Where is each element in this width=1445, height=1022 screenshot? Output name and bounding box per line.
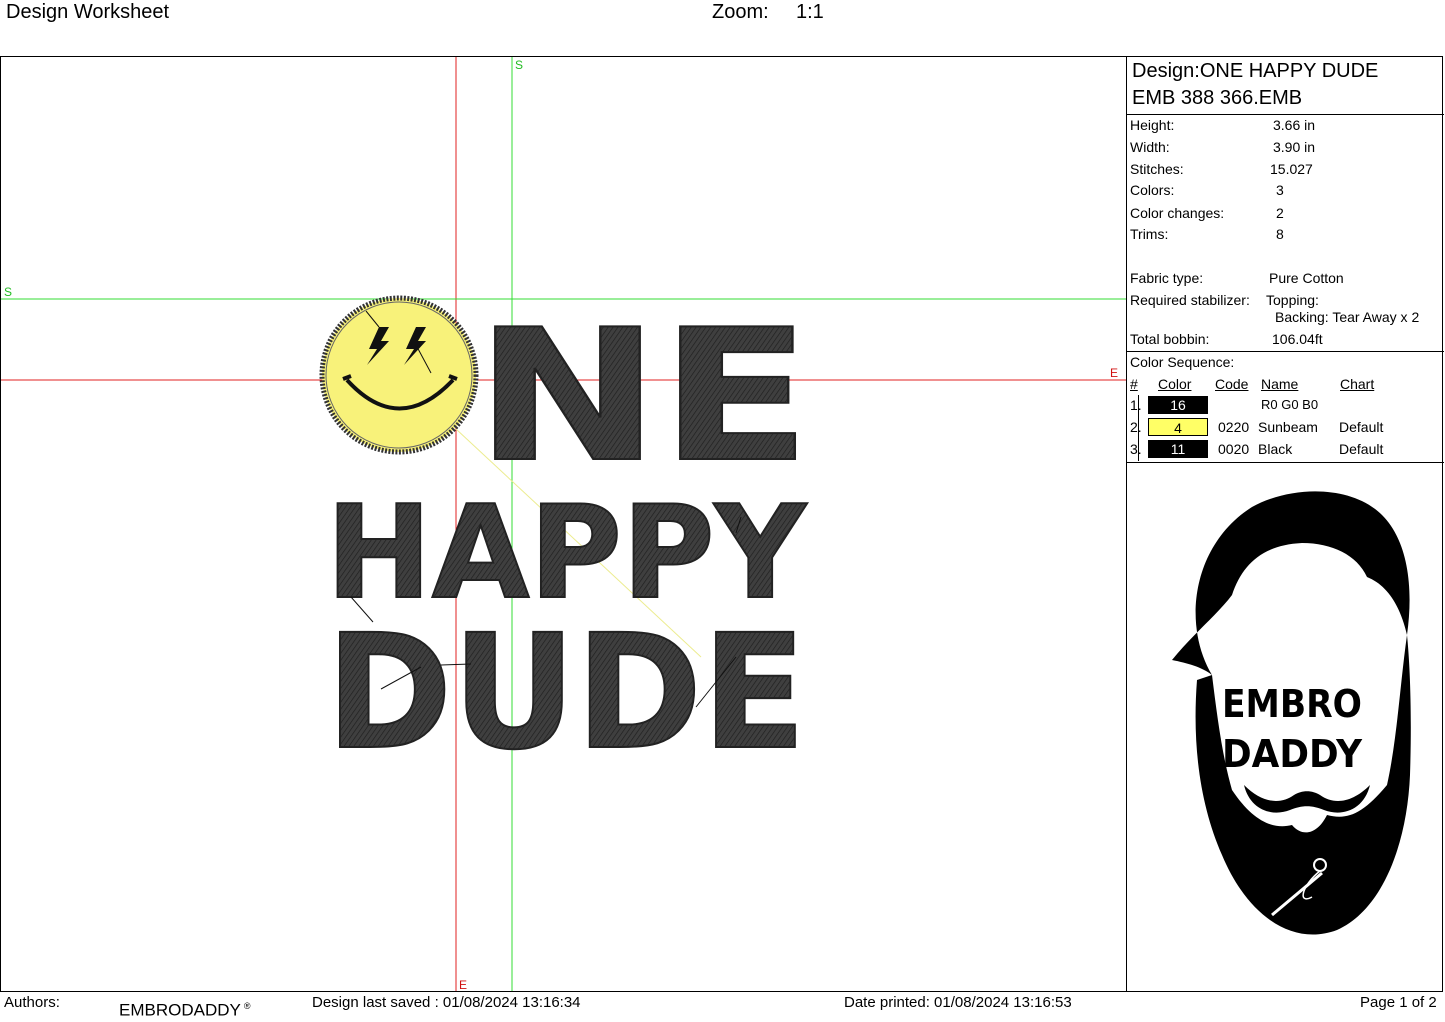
color-row-code: 0220 [1218, 419, 1250, 435]
color-row-name: Black [1258, 441, 1293, 457]
table-header-chart: Chart [1340, 376, 1375, 392]
date-printed: Date printed: 01/08/2024 13:16:53 [844, 994, 1072, 1011]
table-header-color: Color [1158, 376, 1192, 392]
page-indicator: Page 1 of 2 [1360, 994, 1437, 1011]
zoom-label: Zoom: [712, 1, 769, 23]
panel-separator [1127, 351, 1444, 352]
design-info-panel: Design:ONE HAPPY DUDE EMB 388 366.EMB He… [1127, 57, 1444, 991]
logo-text-line2: DADDY [1222, 732, 1362, 776]
table-header-code: Code [1215, 376, 1249, 392]
authors-label: Authors: [4, 994, 60, 1011]
hair-shape [1172, 491, 1410, 675]
zoom-value: 1:1 [796, 1, 824, 23]
end-marker-right: E [1110, 366, 1118, 380]
backing-text: Backing: Tear Away x 2 [1275, 309, 1420, 325]
design-file-name: EMB 388 366.EMB [1132, 87, 1303, 109]
start-marker-left: S [4, 285, 12, 299]
table-header-num: # [1130, 376, 1138, 392]
color-swatch: 16 [1148, 396, 1208, 414]
table-header-name: Name [1261, 376, 1299, 392]
end-marker-bottom: E [459, 978, 467, 991]
smiley-face-icon [319, 295, 479, 455]
panel-separator [1127, 462, 1444, 463]
color-row-code: 0020 [1218, 441, 1250, 457]
color-sequence-title: Color Sequence: [1130, 354, 1235, 370]
embrodaddy-logo: EMBRO DADDY [1172, 491, 1411, 935]
color-swatch: 4 [1148, 418, 1208, 436]
color-row-name: R0 G0 B0 [1261, 397, 1319, 412]
color-row-num: 1. [1130, 397, 1142, 413]
design-last-saved: Design last saved : 01/08/2024 13:16:34 [312, 994, 581, 1011]
hair-highlight [1244, 561, 1334, 603]
lettering-dude: DUDE [326, 601, 806, 785]
brand-name: EMBRODADDY ® [119, 1000, 251, 1020]
design-name: Design:ONE HAPPY DUDE [1132, 60, 1379, 82]
lettering-ne: NE [475, 290, 811, 502]
color-row-chart: Default [1339, 419, 1384, 435]
color-row-chart: Default [1339, 441, 1384, 457]
design-canvas: S S E E NE HAPPY DUDE [1, 57, 1126, 991]
chin-highlight [1290, 815, 1317, 827]
worksheet-title: Design Worksheet [6, 1, 170, 23]
color-row-num: 2. [1130, 419, 1142, 435]
mustache-shape [1244, 785, 1370, 813]
color-swatch: 11 [1148, 440, 1208, 458]
panel-separator [1127, 114, 1444, 115]
start-marker-top: S [515, 58, 523, 72]
color-row-num: 3. [1130, 441, 1142, 457]
color-row-name: Sunbeam [1258, 419, 1318, 435]
logo-text-line1: EMBRO [1222, 682, 1362, 726]
